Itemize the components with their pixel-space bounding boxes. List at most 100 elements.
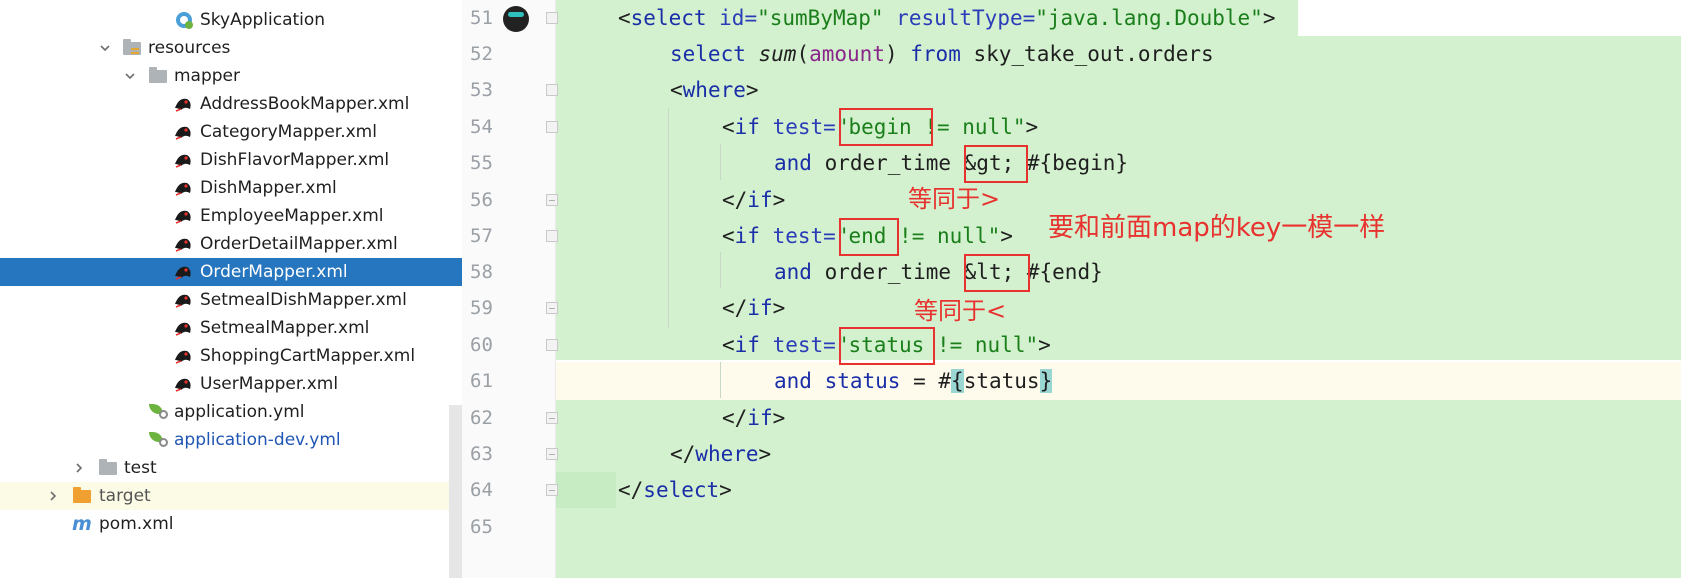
code-line-59[interactable]: </if> <box>722 290 785 326</box>
tree-item-file[interactable]: OrderDetailMapper.xml <box>0 230 462 258</box>
line-number: 64 <box>470 479 493 501</box>
code-token: > <box>772 406 786 430</box>
excluded-folder-icon <box>73 487 91 503</box>
line-number: 59 <box>470 297 493 319</box>
tree-item-file[interactable]: AddressBookMapper.xml <box>0 90 462 118</box>
tree-item-file[interactable]: DishFlavorMapper.xml <box>0 146 462 174</box>
resources-folder-icon <box>123 39 141 55</box>
fold-marker[interactable] <box>546 84 558 96</box>
tree-item-target[interactable]: target <box>0 482 462 510</box>
fold-marker[interactable] <box>546 121 558 133</box>
code-token: and <box>774 151 812 175</box>
code-token: != null <box>924 333 1026 357</box>
code-token: " <box>1012 115 1026 139</box>
code-editor[interactable]: 51 52 53 54 55 56 57 58 59 60 61 62 63 6… <box>462 0 1681 578</box>
tree-item-label: EmployeeMapper.xml <box>200 206 384 226</box>
mybatis-xml-icon <box>173 150 193 170</box>
tree-item-label: OrderMapper.xml <box>200 262 348 282</box>
code-token: # <box>938 369 952 393</box>
code-token: and <box>774 369 812 393</box>
folder-icon <box>99 459 117 475</box>
fold-marker[interactable] <box>546 339 558 351</box>
annotation-box-gt <box>964 145 1028 183</box>
code-token: status <box>963 369 1040 393</box>
gear-icon <box>159 410 168 419</box>
code-line-53[interactable]: <where> <box>670 72 759 108</box>
tree-item-skyapplication[interactable]: SkyApplication <box>0 6 462 34</box>
line-number: 52 <box>470 43 493 65</box>
chevron-right-icon[interactable] <box>72 454 86 482</box>
tree-item-mapper[interactable]: mapper <box>0 62 462 90</box>
code-token: " <box>1025 333 1039 357</box>
tree-item-label: DishFlavorMapper.xml <box>200 150 390 170</box>
code-token: < <box>618 6 631 30</box>
code-token: > <box>719 478 732 502</box>
chevron-right-icon[interactable] <box>46 482 60 510</box>
code-token: if <box>734 224 760 248</box>
tree-item-file[interactable]: EmployeeMapper.xml <box>0 202 462 230</box>
code-line-56[interactable]: </if> <box>722 182 785 218</box>
tree-item-label: application.yml <box>174 402 305 422</box>
line-number: 60 <box>470 334 493 356</box>
line-number: 65 <box>470 516 493 538</box>
code-line-51[interactable]: <select id="sumByMap" resultType="java.l… <box>618 0 1275 36</box>
mybatis-xml-icon <box>173 178 193 198</box>
line-number: 58 <box>470 261 493 283</box>
tree-item-file[interactable]: DishMapper.xml <box>0 174 462 202</box>
code-token: < <box>722 333 735 357</box>
fold-marker[interactable] <box>546 448 558 460</box>
tree-item-application-dev-yml[interactable]: application-dev.yml <box>0 426 462 454</box>
fold-marker[interactable] <box>546 230 558 242</box>
tree-item-pom[interactable]: m pom.xml <box>0 510 462 538</box>
tree-item-label: pom.xml <box>99 514 174 534</box>
fold-marker[interactable] <box>546 194 558 206</box>
code-line-55[interactable]: and order_time &gt; #{begin} <box>774 145 1128 181</box>
folder-icon <box>149 67 167 83</box>
code-token: test= <box>759 333 836 357</box>
fold-marker[interactable] <box>546 412 558 424</box>
line-number: 61 <box>470 370 493 392</box>
code-line-64[interactable]: </select> <box>618 472 732 508</box>
code-line-62[interactable]: </if> <box>722 400 785 436</box>
tree-item-label: test <box>124 458 157 478</box>
code-token: where <box>695 442 759 466</box>
code-line-61[interactable]: and status = #{status} <box>774 363 1053 399</box>
indent-guide <box>668 108 669 328</box>
code-line-52[interactable]: select sum(amount) from sky_take_out.ord… <box>670 36 1214 72</box>
code-line-63[interactable]: </where> <box>670 436 771 472</box>
tree-scrollbar[interactable] <box>449 405 462 578</box>
tree-item-file[interactable]: ShoppingCartMapper.xml <box>0 342 462 370</box>
mybatis-xml-icon <box>173 374 193 394</box>
tree-item-file-selected[interactable]: OrderMapper.xml <box>0 258 462 286</box>
code-token: #{begin} <box>1014 151 1129 175</box>
tree-item-test[interactable]: test <box>0 454 462 482</box>
fold-marker[interactable] <box>546 12 558 24</box>
line-number: 54 <box>470 116 493 138</box>
mybatis-xml-icon <box>173 318 193 338</box>
gear-icon <box>159 438 168 447</box>
code-token: test= <box>759 224 836 248</box>
tree-item-file[interactable]: SetmealMapper.xml <box>0 314 462 342</box>
tree-item-file[interactable]: UserMapper.xml <box>0 370 462 398</box>
tree-item-resources[interactable]: resources <box>0 34 462 62</box>
fold-marker[interactable] <box>546 302 558 314</box>
annotation-lt-note: 等同于< <box>914 297 1007 325</box>
mybatis-xml-icon <box>173 234 193 254</box>
tree-item-application-yml[interactable]: application.yml <box>0 398 462 426</box>
code-token: if <box>747 406 773 430</box>
tree-item-file[interactable]: SetmealDishMapper.xml <box>0 286 462 314</box>
avatar[interactable] <box>503 6 529 32</box>
fold-marker[interactable] <box>546 484 558 496</box>
chevron-down-icon[interactable] <box>123 62 137 90</box>
code-token: > <box>1000 224 1013 248</box>
chevron-down-icon[interactable] <box>98 34 112 62</box>
code-line-58[interactable]: and order_time &lt; #{end} <box>774 254 1103 290</box>
tree-item-label: CategoryMapper.xml <box>200 122 377 142</box>
tree-item-file[interactable]: CategoryMapper.xml <box>0 118 462 146</box>
code-token: from <box>910 42 961 66</box>
code-token: > <box>1262 6 1276 30</box>
tree-item-label: resources <box>148 38 231 58</box>
code-token: if <box>734 333 760 357</box>
code-token: resultType= <box>883 6 1036 30</box>
code-token: and <box>774 260 812 284</box>
